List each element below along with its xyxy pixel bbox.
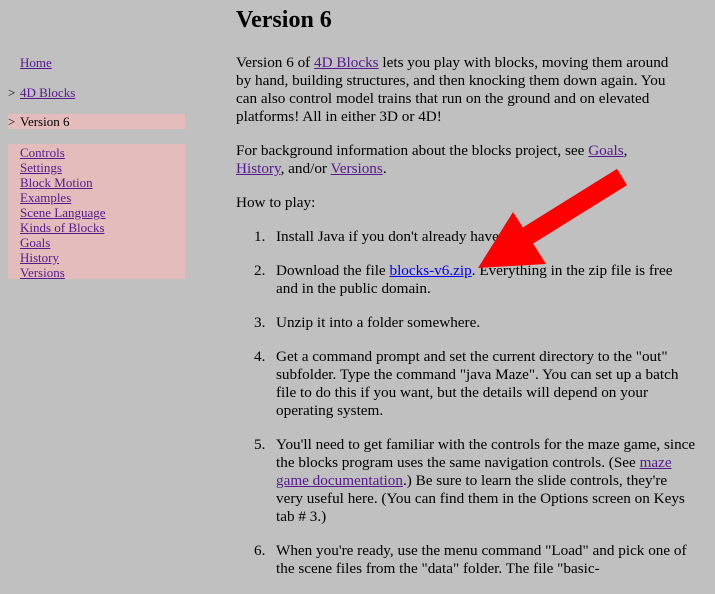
subnav-item: Settings <box>20 160 185 175</box>
step-1: 1. Install Java if you don't already hav… <box>236 228 696 246</box>
subnav-item: Versions <box>20 265 185 280</box>
step-5: 5. You'll need to get familiar with the … <box>236 436 696 526</box>
4d-blocks-inline-link[interactable]: 4D Blocks <box>314 54 379 71</box>
steps-list: 1. Install Java if you don't already hav… <box>236 228 696 594</box>
history-link[interactable]: History <box>20 250 59 265</box>
step-text: Unzip it into a folder somewhere. <box>276 314 481 331</box>
step-text: Download the file <box>276 262 390 279</box>
step-2: 2. Download the file blocks-v6.zip. Ever… <box>236 262 696 298</box>
subnav-item: Block Motion <box>20 175 185 190</box>
sidebar-subnav: Controls Settings Block Motion Examples … <box>8 144 185 280</box>
versions-link[interactable]: Versions <box>20 265 65 280</box>
step-text: When you're ready, use the menu command … <box>276 542 687 577</box>
download-zip-link[interactable]: blocks-v6.zip <box>389 262 471 279</box>
subnav-item: Scene Language <box>20 205 185 220</box>
goals-inline-link[interactable]: Goals <box>588 142 623 159</box>
step-text: Install Java if you don't already have i… <box>276 228 515 245</box>
step-4: 4. Get a command prompt and set the curr… <box>236 348 696 420</box>
4d-blocks-link[interactable]: 4D Blocks <box>20 85 75 100</box>
step-6: 6. When you're ready, use the menu comma… <box>236 542 696 578</box>
intro-paragraph: Version 6 of 4D Blocks lets you play wit… <box>236 54 676 126</box>
subnav-item: Kinds of Blocks <box>20 220 185 235</box>
step-number: 5. <box>254 436 266 453</box>
settings-link[interactable]: Settings <box>20 160 62 175</box>
kinds-of-blocks-link[interactable]: Kinds of Blocks <box>20 220 105 235</box>
subnav-item: Examples <box>20 190 185 205</box>
separator: , <box>623 142 628 159</box>
how-to-play-heading: How to play: <box>236 194 316 211</box>
sidebar-item-version-6: > Version 6 <box>8 114 185 129</box>
goals-link[interactable]: Goals <box>20 235 50 250</box>
subnav-item: Goals <box>20 235 185 250</box>
step-number: 1. <box>254 228 266 245</box>
scene-language-link[interactable]: Scene Language <box>20 205 106 220</box>
step-text: You'll need to get familiar with the con… <box>276 436 696 471</box>
controls-link[interactable]: Controls <box>20 145 65 160</box>
step-number: 4. <box>254 348 266 365</box>
sidebar-item-4d-blocks: > 4D Blocks <box>8 85 185 100</box>
nav-marker: > <box>8 85 16 100</box>
current-page-label: Version 6 <box>20 114 70 129</box>
step-number: 6. <box>254 542 266 559</box>
period: . <box>382 160 387 177</box>
home-link[interactable]: Home <box>20 55 52 70</box>
background-paragraph: For background information about the blo… <box>236 142 676 178</box>
step-number: 2. <box>254 262 266 279</box>
page-title: Version 6 <box>236 7 332 33</box>
examples-link[interactable]: Examples <box>20 190 71 205</box>
step-number: 3. <box>254 314 266 331</box>
subnav-item: Controls <box>20 145 185 160</box>
intro-text: Version 6 of <box>236 54 315 71</box>
subnav-item: History <box>20 250 185 265</box>
step-text: Get a command prompt and set the current… <box>276 348 679 419</box>
nav-marker: > <box>8 114 16 129</box>
background-text: For background information about the blo… <box>236 142 589 159</box>
step-3: 3. Unzip it into a folder somewhere. <box>236 314 696 332</box>
block-motion-link[interactable]: Block Motion <box>20 175 93 190</box>
history-inline-link[interactable]: History <box>236 160 281 177</box>
separator: , and/or <box>280 160 331 177</box>
sidebar-item-home: Home <box>8 55 185 70</box>
versions-inline-link[interactable]: Versions <box>331 160 383 177</box>
